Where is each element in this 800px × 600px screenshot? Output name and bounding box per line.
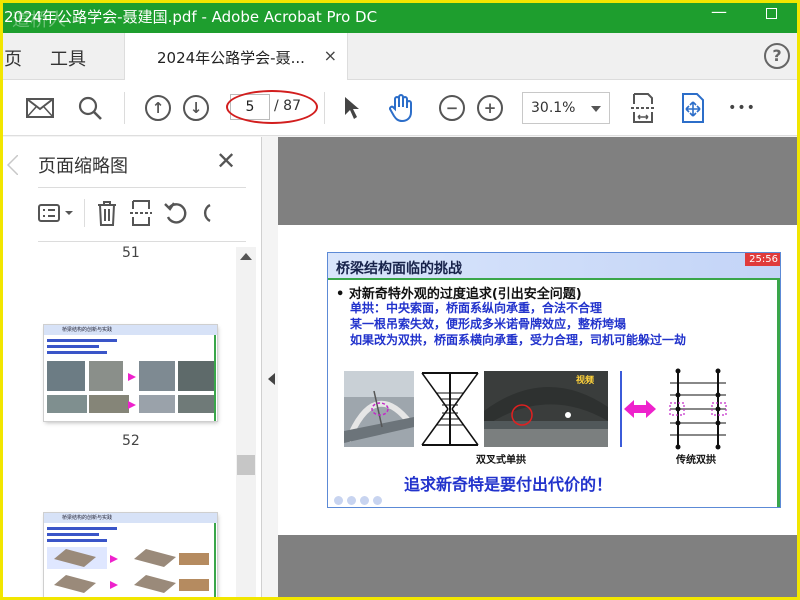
- thumbnail-title: 桥梁结构的创新与实践: [62, 515, 113, 521]
- slide-content: 桥梁结构面临的挑战 25:56 • 对新奇特外观的过度追求(引出安全问题) 单拱…: [327, 252, 781, 508]
- caption-double-arch: 传统双拱: [676, 455, 716, 466]
- hand-tool-button[interactable]: [384, 92, 418, 124]
- double-arch-diagram: [669, 368, 727, 450]
- thumbnail-page-number: 51: [122, 245, 140, 261]
- double-arrow-icon: [624, 400, 656, 418]
- panel-toolbar: [38, 197, 248, 229]
- slide-control-icon: [334, 496, 343, 505]
- slide-accent-bar: [777, 280, 780, 507]
- slide-control-icon: [360, 496, 369, 505]
- caption-single-arch: 双叉式单拱: [476, 455, 526, 466]
- fit-page-button[interactable]: [626, 92, 660, 124]
- collapse-panel-icon[interactable]: [268, 373, 275, 385]
- zoom-value: 30.1%: [531, 100, 576, 116]
- plus-icon: +: [477, 95, 503, 121]
- rotate-right-icon[interactable]: [199, 200, 211, 226]
- page-thumbnail-52[interactable]: 桥梁结构的创新与实践: [44, 325, 217, 421]
- video-tag: 视频: [576, 376, 595, 386]
- arrow-up-icon: ↑: [145, 95, 171, 121]
- zoom-out-button[interactable]: −: [436, 92, 468, 124]
- previous-page-button[interactable]: ↑: [142, 92, 174, 124]
- panel-divider: [38, 241, 246, 242]
- chevron-down-icon: [591, 106, 601, 112]
- thumbnail-title: 桥梁结构的创新与实践: [62, 327, 113, 333]
- menu-tab-row: 页 工具 2024年公路学会-聂... × ?: [0, 33, 800, 80]
- menu-tools[interactable]: 工具: [50, 45, 86, 71]
- main-toolbar: ↑ ↓ 5 / 87 − + 30.1% •••: [0, 80, 800, 136]
- chevron-down-icon: [65, 211, 73, 215]
- thumbnail-image: [44, 513, 217, 600]
- panel-title: 页面缩略图: [38, 156, 128, 177]
- panel-divider: [38, 187, 246, 188]
- document-tab[interactable]: 2024年公路学会-聂... ×: [124, 33, 348, 80]
- maximize-button[interactable]: [756, 4, 786, 23]
- extract-page-icon[interactable]: [129, 199, 153, 227]
- page-display-button[interactable]: [676, 92, 710, 124]
- slide-conclusion: 追求新奇特是要付出代价的！: [404, 475, 613, 494]
- thumbnail-image: [44, 325, 217, 421]
- page-number-highlight: [226, 90, 318, 124]
- fit-page-icon: [631, 93, 655, 123]
- slide-control-icon: [373, 496, 382, 505]
- minimize-button[interactable]: —: [704, 2, 734, 21]
- zoom-in-button[interactable]: +: [474, 92, 506, 124]
- panel-toolbar-divider: [84, 199, 85, 227]
- slide-text-line: 某一根吊索失效，便形成多米诺骨牌效应，整桥垮塌: [350, 317, 627, 331]
- select-tool-button[interactable]: [338, 92, 366, 124]
- title-bar: 2024年公路学会-聂建国.pdf - Adobe Acrobat Pro DC…: [0, 0, 800, 33]
- slide-control-icon: [347, 496, 356, 505]
- more-tools-button[interactable]: •••: [726, 92, 758, 124]
- help-icon[interactable]: ?: [764, 43, 790, 69]
- arrow-down-icon: ↓: [183, 95, 209, 121]
- slide-controls: [334, 496, 382, 505]
- bridge-collapse-photo: [344, 371, 414, 447]
- cursor-arrow-icon: [345, 97, 359, 119]
- zoom-select[interactable]: 30.1%: [522, 92, 610, 124]
- slide-title: 桥梁结构面临的挑战: [336, 261, 462, 277]
- page-thumbnail-53[interactable]: 桥梁结构的创新与实践: [44, 513, 217, 600]
- thumbnail-page-number: 52: [122, 433, 140, 449]
- page-display-icon: [682, 93, 704, 123]
- slide-separator: [620, 371, 622, 447]
- search-button[interactable]: [74, 92, 106, 124]
- panel-notch-icon: [6, 155, 18, 175]
- minus-icon: −: [439, 95, 465, 121]
- search-icon: [78, 96, 102, 120]
- thumbnail-scrollbar[interactable]: [236, 247, 256, 600]
- slide-text-line: 如果改为双拱，桥面系横向承重，受力合理，司机可能躲过一劫: [350, 333, 687, 347]
- toolbar-divider: [124, 92, 125, 124]
- scroll-up-icon[interactable]: [240, 253, 252, 260]
- email-button[interactable]: [24, 92, 56, 124]
- toolbar-divider: [324, 92, 325, 124]
- menu-home[interactable]: 页: [4, 45, 22, 71]
- panel-close-button[interactable]: ✕: [216, 147, 236, 175]
- hand-icon: [389, 94, 412, 123]
- single-arch-diagram: [421, 372, 479, 446]
- scrollbar-thumb[interactable]: [237, 455, 255, 475]
- document-tab-label: 2024年公路学会-聂...: [157, 49, 305, 67]
- next-page-button[interactable]: ↓: [180, 92, 212, 124]
- thumbnail-options-button[interactable]: [38, 203, 74, 223]
- watermark: 道桥人: [12, 10, 66, 31]
- tab-close-button[interactable]: ×: [324, 46, 337, 65]
- options-menu-icon: [38, 204, 60, 222]
- trash-icon[interactable]: [95, 199, 119, 227]
- slide-header: 桥梁结构面临的挑战 25:56: [328, 253, 780, 280]
- maximize-icon: [765, 8, 777, 19]
- slide-text-line: 单拱：中央索面，桥面系纵向承重，合法不合理: [350, 301, 603, 315]
- rotate-left-icon[interactable]: [163, 200, 189, 226]
- mail-icon: [26, 98, 54, 118]
- page-thumbnails-panel: 页面缩略图 ✕ 51 桥梁结构的创新与实践 52 桥梁结构的创新与实践: [0, 137, 262, 600]
- slide-number-badge: 25:56: [745, 253, 780, 266]
